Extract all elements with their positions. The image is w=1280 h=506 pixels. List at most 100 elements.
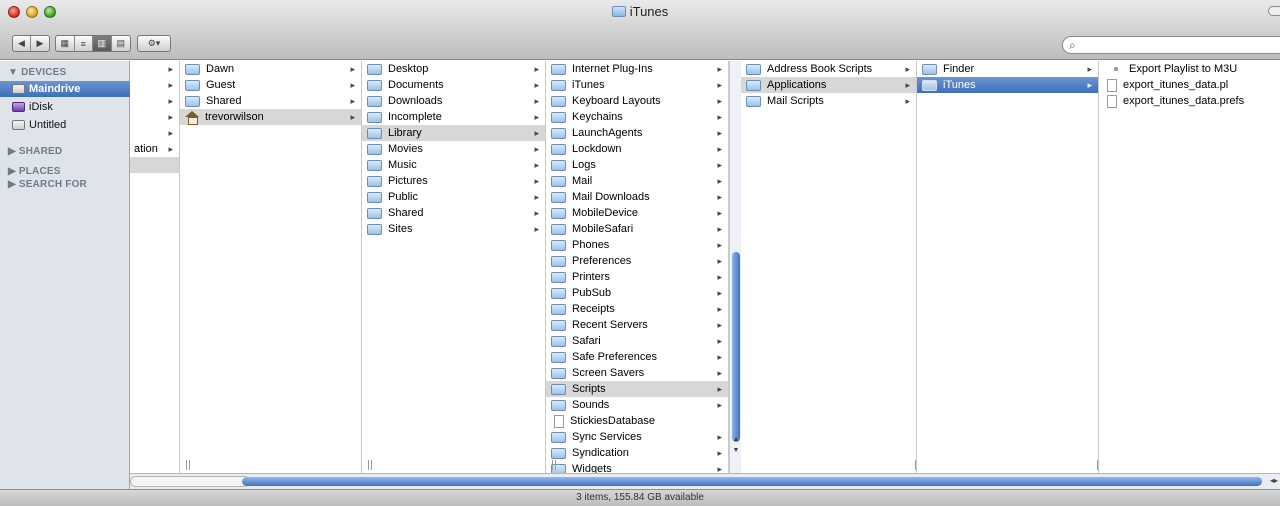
column-0-row[interactable]: ation ▸ [130,141,179,157]
folder-icon [922,63,937,75]
row-sounds[interactable]: Sounds ▸ [546,397,728,413]
row-scripts[interactable]: Scripts ▸ [546,381,728,397]
scroll-track-left[interactable] [130,476,250,487]
row-dawn[interactable]: Dawn ▸ [180,61,361,77]
folder-icon [746,95,761,107]
row-preferences[interactable]: Preferences ▸ [546,253,728,269]
row-address-book-scripts[interactable]: Address Book Scripts ▸ [741,61,916,77]
row-mail[interactable]: Mail ▸ [546,173,728,189]
row-screen-savers[interactable]: Screen Savers ▸ [546,365,728,381]
search-input[interactable] [1083,38,1280,52]
disclosure-arrow-icon: ▸ [534,143,539,154]
row-export-itunes-data-pl[interactable]: export_itunes_data.pl [1099,77,1280,93]
applescript-icon [1111,64,1121,74]
row-pubsub[interactable]: PubSub ▸ [546,285,728,301]
disclosure-arrow-icon: ▸ [168,143,173,154]
row-export-itunes-data-prefs[interactable]: export_itunes_data.prefs [1099,93,1280,109]
folder-icon [551,319,566,331]
column-0-row-selected[interactable] [130,157,179,173]
disclosure-arrow-icon: ▸ [168,63,173,74]
row-logs[interactable]: Logs ▸ [546,157,728,173]
row-desktop[interactable]: Desktop ▸ [362,61,545,77]
row-recent-servers[interactable]: Recent Servers ▸ [546,317,728,333]
row-downloads[interactable]: Downloads ▸ [362,93,545,109]
row-guest[interactable]: Guest ▸ [180,77,361,93]
toolbar-toggle-button[interactable] [1268,6,1280,16]
gear-icon[interactable]: ⚙▾ [138,36,170,51]
row-mail-scripts[interactable]: Mail Scripts ▸ [741,93,916,109]
column-0-row[interactable]: ▸ [130,61,179,77]
sidebar-item-idisk[interactable]: iDisk [0,99,130,115]
sidebar-section-search-for[interactable]: ▶ SEARCH FOR [8,179,87,190]
row-sites[interactable]: Sites ▸ [362,221,545,237]
row-public[interactable]: Public ▸ [362,189,545,205]
icon-view-icon[interactable]: ▦ [56,36,75,51]
scroll-right-arrow-icon[interactable]: ◂▸ [1270,476,1278,485]
forward-button[interactable]: ▶ [31,36,49,51]
column-0-row[interactable]: ▸ [130,125,179,141]
row-stickiesdatabase[interactable]: StickiesDatabase [546,413,728,429]
column-0-row[interactable]: ▸ [130,93,179,109]
sidebar-item-maindrive[interactable]: Maindrive [0,81,130,97]
row-syndication[interactable]: Syndication ▸ [546,445,728,461]
row-shared[interactable]: Shared ▸ [180,93,361,109]
back-button[interactable]: ◀ [13,36,31,51]
list-view-icon[interactable]: ≡ [75,36,93,51]
column-resize-handle[interactable] [184,460,192,470]
row-mobilesafari[interactable]: MobileSafari ▸ [546,221,728,237]
folder-icon [551,127,566,139]
row-mobiledevice[interactable]: MobileDevice ▸ [546,205,728,221]
disclosure-arrow-icon: ▸ [168,127,173,138]
sidebar-item-untitled[interactable]: Untitled [0,117,130,133]
row-sync-services[interactable]: Sync Services ▸ [546,429,728,445]
row-launchagents[interactable]: LaunchAgents ▸ [546,125,728,141]
library-vertical-scrollbar[interactable]: ▲ ▼ [729,61,741,473]
row-shared[interactable]: Shared ▸ [362,205,545,221]
row-trevorwilson[interactable]: trevorwilson ▸ [180,109,361,125]
column-0-row[interactable]: ▸ [130,77,179,93]
row-printers[interactable]: Printers ▸ [546,269,728,285]
row-phones[interactable]: Phones ▸ [546,237,728,253]
idisk-icon [12,102,25,112]
row-mail-downloads[interactable]: Mail Downloads ▸ [546,189,728,205]
horizontal-scroll-thumb[interactable] [242,477,1262,486]
disclosure-arrow-icon: ▸ [717,303,722,314]
sidebar-section-shared[interactable]: ▶ SHARED [8,146,62,157]
row-library[interactable]: Library ▸ [362,125,545,141]
status-bar: 3 items, 155.84 GB available [0,489,1280,506]
sidebar-section-devices[interactable]: ▼ DEVICES [8,67,66,78]
column-0-row[interactable]: ▸ [130,109,179,125]
back-forward-group: ◀ ▶ [12,35,50,52]
row-music[interactable]: Music ▸ [362,157,545,173]
vertical-scroll-thumb[interactable] [732,252,740,442]
column-resize-handle[interactable] [550,460,558,470]
row-incomplete[interactable]: Incomplete ▸ [362,109,545,125]
row-keyboard-layouts[interactable]: Keyboard Layouts ▸ [546,93,728,109]
row-export-playlist-to-m3u[interactable]: Export Playlist to M3U [1099,61,1280,77]
sidebar-section-places[interactable]: ▶ PLACES [8,166,61,177]
row-documents[interactable]: Documents ▸ [362,77,545,93]
column-view-icon[interactable]: ▥ [93,36,112,51]
row-safe-preferences[interactable]: Safe Preferences ▸ [546,349,728,365]
disclosure-arrow-icon: ▸ [534,127,539,138]
row-keychains[interactable]: Keychains ▸ [546,109,728,125]
row-widgets[interactable]: Widgets ▸ [546,461,728,473]
coverflow-view-icon[interactable]: ▤ [112,36,130,51]
disclosure-arrow-icon: ▸ [534,159,539,170]
drive-icon [12,84,25,94]
row-pictures[interactable]: Pictures ▸ [362,173,545,189]
row-safari[interactable]: Safari ▸ [546,333,728,349]
search-field[interactable]: ⌕ [1062,36,1280,54]
row-itunes[interactable]: iTunes ▸ [546,77,728,93]
disclosure-arrow-icon: ▸ [717,95,722,106]
row-movies[interactable]: Movies ▸ [362,141,545,157]
column-resize-handle[interactable] [366,460,374,470]
window-titlebar: iTunes ◀ ▶ ▦ ≡ ▥ ▤ ⚙▾ ⌕ [0,0,1280,60]
row-lockdown[interactable]: Lockdown ▸ [546,141,728,157]
row-internet-plug-ins[interactable]: Internet Plug-Ins ▸ [546,61,728,77]
row-finder[interactable]: Finder ▸ [917,61,1098,77]
row-applications[interactable]: Applications ▸ [741,77,916,93]
row-receipts[interactable]: Receipts ▸ [546,301,728,317]
row-itunes-selected[interactable]: iTunes ▸ [917,77,1098,93]
horizontal-scrollbar[interactable]: ◂▸ [130,473,1280,489]
